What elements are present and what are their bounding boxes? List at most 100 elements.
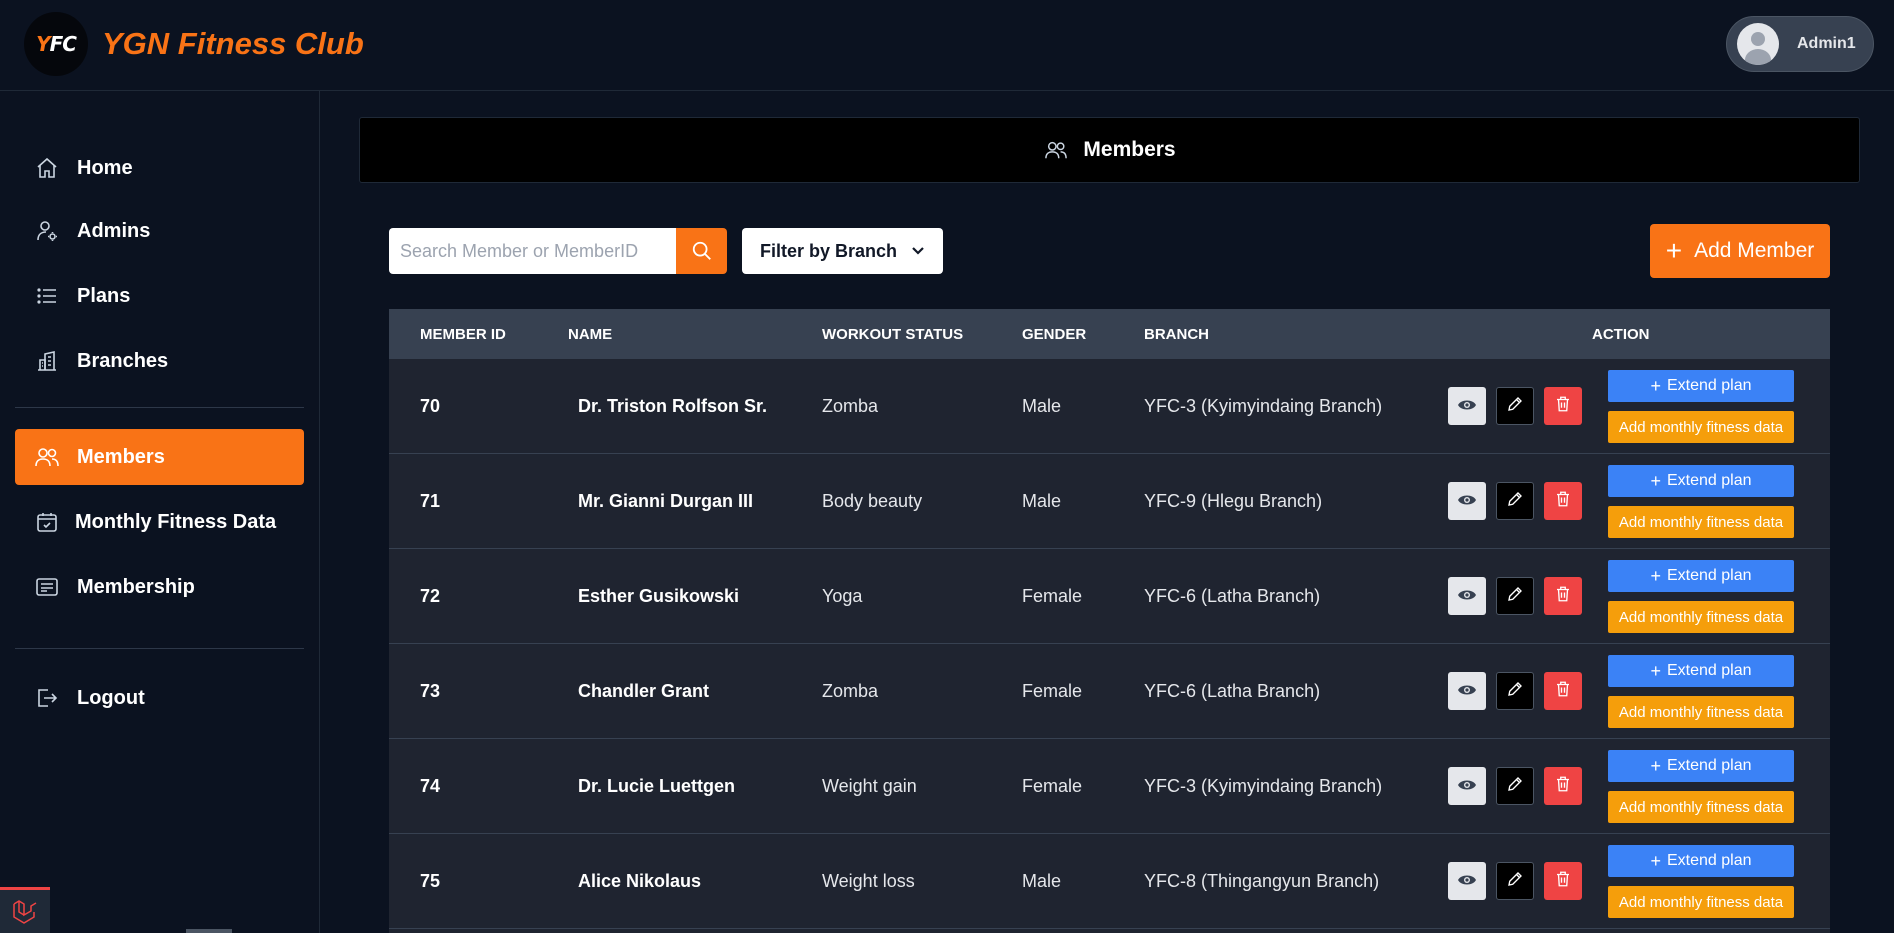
branch: YFC-8 (Thingangyun Branch) — [1144, 871, 1380, 891]
edit-button[interactable] — [1496, 672, 1534, 710]
avatar — [1737, 23, 1779, 65]
extend-plan-button[interactable]: + Extend plan — [1608, 750, 1794, 782]
table-row: 72 Esther Gusikowski Yoga Female YFC-6 (Lath… — [389, 549, 1830, 644]
delete-button[interactable] — [1544, 387, 1582, 425]
table-row: 73 Chandler Grant Zomba Female YFC-6 (Latha … — [389, 644, 1830, 739]
member-id: 70 — [420, 396, 441, 416]
user-menu[interactable]: Admin1 — [1726, 16, 1874, 72]
edit-button[interactable] — [1496, 862, 1534, 900]
chevron-down-icon — [911, 246, 925, 256]
sidebar-item-monthly-fitness-data[interactable]: Monthly Fitness Data — [15, 494, 304, 550]
laravel-debug-icon[interactable] — [0, 887, 50, 933]
view-button[interactable] — [1448, 387, 1486, 425]
column-header: WORKOUT STATUS — [822, 326, 964, 343]
member-id: 75 — [420, 871, 441, 891]
fitness-data-label: Add monthly fitness data — [1618, 893, 1784, 911]
view-button[interactable] — [1448, 862, 1486, 900]
trash-icon — [1554, 680, 1572, 703]
member-name: Mr. Gianni Durgan III — [578, 491, 754, 511]
users-icon — [1043, 139, 1069, 161]
sidebar-item-admins[interactable]: Admins — [15, 203, 304, 259]
extend-plan-label: Extend plan — [1667, 472, 1752, 489]
sidebar-item-branches[interactable]: Branches — [15, 333, 304, 389]
column-header: MEMBER ID — [420, 326, 506, 343]
page-header: Members — [359, 117, 1860, 183]
member-name: Dr. Lucie Luettgen — [578, 776, 736, 796]
pencil-icon — [1506, 680, 1524, 703]
delete-button[interactable] — [1544, 482, 1582, 520]
add-monthly-fitness-data-button[interactable]: Add monthly fitness data — [1608, 886, 1794, 918]
sidebar-item-home[interactable]: Home — [15, 140, 304, 196]
branch: YFC-3 (Kyimyindaing Branch) — [1144, 396, 1383, 416]
delete-button[interactable] — [1544, 672, 1582, 710]
sidebar-item-plans[interactable]: Plans — [15, 268, 304, 324]
sidebar-item-label: Logout — [77, 686, 145, 709]
top-bar: YFC YGN Fitness Club Admin1 — [0, 0, 1894, 91]
sidebar-divider — [15, 407, 304, 408]
view-button[interactable] — [1448, 672, 1486, 710]
club-logo[interactable]: YFC — [24, 12, 88, 76]
fitness-data-label: Add monthly fitness data — [1618, 703, 1784, 721]
column-header: ACTION — [1592, 326, 1650, 343]
add-monthly-fitness-data-button[interactable]: Add monthly fitness data — [1608, 506, 1794, 538]
extend-plan-button[interactable]: + Extend plan — [1608, 655, 1794, 687]
search-input[interactable] — [389, 228, 676, 274]
add-monthly-fitness-data-button[interactable]: Add monthly fitness data — [1608, 411, 1794, 443]
edit-button[interactable] — [1496, 482, 1534, 520]
delete-button[interactable] — [1544, 577, 1582, 615]
sidebar-item-label: Members — [77, 445, 165, 468]
column-header: BRANCH — [1144, 326, 1209, 343]
filter-by-branch-dropdown[interactable]: Filter by Branch — [742, 228, 943, 274]
logo-text: YFC — [36, 32, 77, 56]
sidebar-item-label: Plans — [77, 284, 131, 307]
user-gear-icon — [33, 217, 61, 245]
add-member-label: Add Member — [1694, 239, 1815, 262]
pencil-icon — [1506, 870, 1524, 893]
edit-button[interactable] — [1496, 387, 1534, 425]
eye-icon — [1457, 396, 1477, 417]
trash-icon — [1554, 585, 1572, 608]
edit-button[interactable] — [1496, 767, 1534, 805]
extend-plan-button[interactable]: + Extend plan — [1608, 465, 1794, 497]
table-row: 75 Alice Nikolaus Weight loss Male YFC-8 (Th… — [389, 834, 1830, 929]
workout-status: Zomba — [822, 396, 879, 416]
fitness-data-label: Add monthly fitness data — [1618, 418, 1784, 436]
sidebar-item-membership[interactable]: Membership — [15, 559, 304, 615]
add-monthly-fitness-data-button[interactable]: Add monthly fitness data — [1608, 791, 1794, 823]
extend-plan-button[interactable]: + Extend plan — [1608, 560, 1794, 592]
gender: Male — [1022, 396, 1062, 416]
add-member-button[interactable]: + Add Member — [1650, 224, 1830, 278]
plus-icon: + — [1650, 850, 1661, 871]
view-button[interactable] — [1448, 577, 1486, 615]
add-monthly-fitness-data-button[interactable]: Add monthly fitness data — [1608, 601, 1794, 633]
trash-icon — [1554, 395, 1572, 418]
delete-button[interactable] — [1544, 862, 1582, 900]
column-header: NAME — [568, 326, 613, 343]
extend-plan-label: Extend plan — [1667, 377, 1752, 394]
delete-button[interactable] — [1544, 767, 1582, 805]
plus-icon: + — [1650, 660, 1661, 681]
extend-plan-button[interactable]: + Extend plan — [1608, 370, 1794, 402]
sidebar-item-logout[interactable]: Logout — [15, 670, 304, 726]
search-icon — [692, 241, 711, 260]
view-button[interactable] — [1448, 482, 1486, 520]
trash-icon — [1554, 775, 1572, 798]
scroll-handle[interactable] — [186, 929, 232, 933]
workout-status: Body beauty — [822, 491, 923, 511]
sidebar-item-label: Branches — [77, 349, 169, 372]
member-id: 71 — [420, 491, 441, 511]
search-button[interactable] — [676, 228, 727, 274]
workout-status: Zomba — [822, 681, 879, 701]
extend-plan-button[interactable]: + Extend plan — [1608, 845, 1794, 877]
edit-button[interactable] — [1496, 577, 1534, 615]
eye-icon — [1457, 491, 1477, 512]
app-title[interactable]: YGN Fitness Club — [102, 26, 364, 62]
sidebar-item-members[interactable]: Members — [15, 429, 304, 485]
sidebar-item-label: Monthly Fitness Data — [75, 510, 277, 533]
trash-icon — [1554, 870, 1572, 893]
list-icon — [33, 282, 61, 310]
add-monthly-fitness-data-button[interactable]: Add monthly fitness data — [1608, 696, 1794, 728]
plus-icon: + — [1665, 235, 1683, 266]
view-button[interactable] — [1448, 767, 1486, 805]
pencil-icon — [1506, 585, 1524, 608]
